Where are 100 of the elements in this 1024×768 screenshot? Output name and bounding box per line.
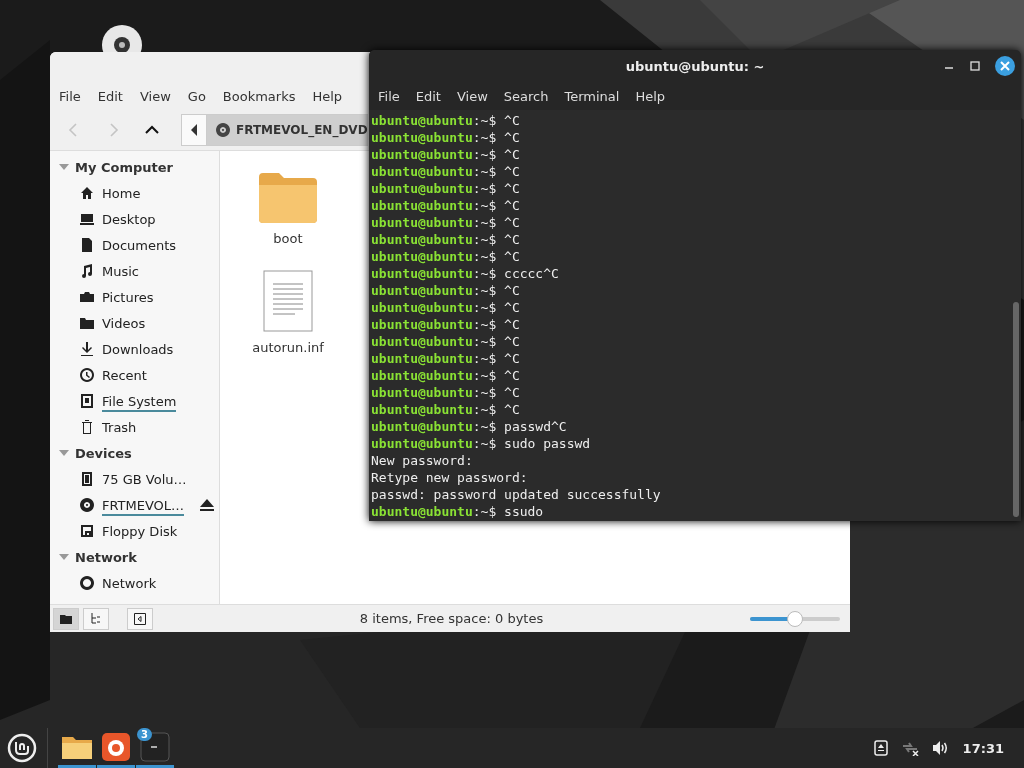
output-text: Retype new password: [371, 470, 528, 485]
prompt-user: ubuntu@ubuntu [371, 300, 473, 315]
camera-icon [79, 289, 95, 305]
desktop-icon [79, 211, 95, 227]
prompt-user: ubuntu@ubuntu [371, 504, 473, 519]
path-crumb[interactable]: FRTMEVOL_EN_DVD [207, 114, 368, 146]
sidebar-item[interactable]: Downloads [102, 341, 174, 357]
sidebar-item[interactable]: Floppy Disk [102, 523, 178, 539]
sidebar-item[interactable]: Network [102, 575, 157, 591]
prompt-user: ubuntu@ubuntu [371, 215, 473, 230]
trash-icon [79, 419, 95, 435]
menu-item[interactable]: Edit [415, 88, 441, 104]
menu-item[interactable]: Search [503, 88, 549, 104]
close-button[interactable] [995, 56, 1015, 76]
sidebar-item[interactable]: Recent [102, 367, 147, 383]
prompt-user: ubuntu@ubuntu [371, 232, 473, 247]
prompt-path: :~$ [472, 368, 497, 383]
command-text: ^C [504, 334, 520, 349]
prompt-path: :~$ [472, 198, 497, 213]
sidebar-item[interactable]: Documents [102, 237, 177, 253]
menu-logo-icon[interactable] [7, 733, 37, 763]
sidebar-item[interactable]: File System [102, 393, 177, 409]
prompt-user: ubuntu@ubuntu [371, 419, 473, 434]
prompt-path: :~$ [472, 385, 497, 400]
prompt-user: ubuntu@ubuntu [371, 113, 473, 128]
prompt-path: :~$ [472, 215, 497, 230]
prompt-user: ubuntu@ubuntu [371, 283, 473, 298]
sidebar-item[interactable]: Music [102, 263, 139, 279]
window-count-badge: 3 [137, 728, 152, 741]
zoom-slider[interactable] [750, 610, 840, 627]
menu-item[interactable]: File [59, 88, 81, 104]
prompt-user: ubuntu@ubuntu [371, 351, 473, 366]
output-text: passwd: password updated successfully [371, 487, 661, 502]
menu-item[interactable]: View [456, 88, 488, 104]
status-text: 8 items, Free space: 0 bytes [358, 611, 545, 626]
sidebar-item[interactable]: Pictures [102, 289, 154, 305]
icons-view-button[interactable] [53, 607, 79, 630]
folder-icon [62, 734, 92, 759]
prompt-path: :~$ [472, 504, 497, 519]
network-disconnected-icon[interactable] [900, 740, 919, 756]
file-name[interactable]: boot [273, 231, 303, 246]
prompt-path: :~$ [472, 164, 497, 179]
menu-item[interactable]: Bookmarks [222, 88, 296, 104]
prompt-user: ubuntu@ubuntu [371, 130, 473, 145]
maximize-button[interactable] [969, 60, 981, 72]
file-name[interactable]: autorun.inf [252, 340, 324, 355]
sidebar-item[interactable]: Trash [102, 419, 137, 435]
expander-icon [59, 448, 69, 458]
sidebar-view-button[interactable] [127, 607, 153, 630]
prompt-path: :~$ [472, 300, 497, 315]
floppy-icon [79, 523, 95, 539]
menu-item[interactable]: Go [187, 88, 206, 104]
drive-icon [79, 393, 95, 409]
menu-item[interactable]: Help [635, 88, 666, 104]
expander-icon [59, 552, 69, 562]
volume-icon[interactable] [931, 740, 950, 756]
terminal-icon [140, 731, 170, 762]
sidebar-item[interactable]: 75 GB Volu… [102, 471, 187, 487]
prompt-path: :~$ [472, 113, 497, 128]
command-text: ^C [504, 164, 520, 179]
prompt-path: :~$ [472, 266, 497, 281]
command-text: ^C [504, 249, 520, 264]
removable-drive-icon[interactable] [873, 740, 888, 756]
app-icon [102, 732, 130, 761]
triangle-left-icon [190, 124, 198, 136]
menu-item[interactable]: View [139, 88, 171, 104]
eject-icon[interactable] [199, 498, 216, 512]
prompt-path: :~$ [472, 317, 497, 332]
prompt-user: ubuntu@ubuntu [371, 249, 473, 264]
prompt-path: :~$ [472, 232, 497, 247]
chip-icon [79, 471, 95, 487]
sidebar-item[interactable]: Home [102, 185, 141, 201]
prompt-user: ubuntu@ubuntu [371, 164, 473, 179]
command-text: ^C [504, 215, 520, 230]
prompt-user: ubuntu@ubuntu [371, 181, 473, 196]
path-left-button[interactable] [181, 114, 207, 146]
command-text: ^C [504, 317, 520, 332]
sidebar-icon [134, 612, 146, 625]
scrollbar[interactable] [1013, 302, 1019, 517]
menu-item[interactable]: Terminal [564, 88, 620, 104]
menu-item[interactable]: Edit [97, 88, 123, 104]
document-icon [79, 237, 95, 253]
sidebar-heading[interactable]: Network [50, 544, 219, 570]
sidebar-item[interactable]: Videos [102, 315, 146, 331]
command-text: ccccc^C [504, 266, 559, 281]
command-text: ^C [504, 402, 520, 417]
prompt-user: ubuntu@ubuntu [371, 198, 473, 213]
prompt-path: :~$ [472, 283, 497, 298]
clock-icon [79, 367, 95, 383]
command-text: ^C [504, 283, 520, 298]
clock[interactable]: 17:31 [962, 740, 1004, 756]
prompt-user: ubuntu@ubuntu [371, 317, 473, 332]
sidebar-heading[interactable]: Devices [50, 440, 219, 466]
sidebar-item[interactable]: FRTMEVOL… [102, 497, 185, 513]
prompt-path: :~$ [472, 351, 497, 366]
menu-item[interactable]: File [378, 88, 400, 104]
menu-item[interactable]: Help [312, 88, 343, 104]
sidebar-item[interactable]: Desktop [102, 211, 156, 227]
sidebar-heading[interactable]: My Computer [50, 154, 219, 180]
home-icon [79, 185, 95, 201]
